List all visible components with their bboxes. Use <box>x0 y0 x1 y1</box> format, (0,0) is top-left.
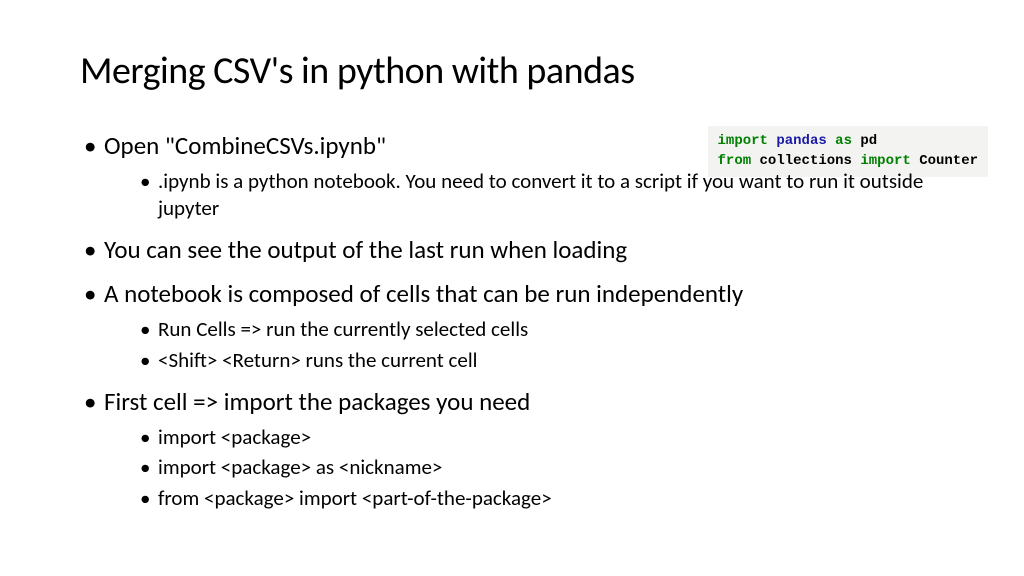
sub-bullet: .ipynb is a python notebook. You need to… <box>138 168 964 222</box>
bullet-open-file: Open "CombineCSVs.ipynb" .ipynb is a pyt… <box>80 130 964 222</box>
bullet-output: You can see the output of the last run w… <box>80 234 964 266</box>
sub-bullet: <Shift> <Return> runs the current cell <box>138 347 964 374</box>
bullet-list: Open "CombineCSVs.ipynb" .ipynb is a pyt… <box>80 130 964 512</box>
bullet-notebook-cells: A notebook is composed of cells that can… <box>80 278 964 374</box>
bullet-first-cell: First cell => import the packages you ne… <box>80 386 964 513</box>
bullet-text: A notebook is composed of cells that can… <box>104 278 743 309</box>
sub-bullet: import <package> as <nickname> <box>138 454 964 481</box>
slide-title: Merging CSV's in python with pandas <box>80 48 964 94</box>
sub-list-1: .ipynb is a python notebook. You need to… <box>104 168 964 222</box>
bullet-text: First cell => import the packages you ne… <box>104 386 530 417</box>
sub-bullet: import <package> <box>138 424 964 451</box>
slide-container: Merging CSV's in python with pandas impo… <box>0 0 1024 554</box>
sub-bullet: Run Cells => run the currently selected … <box>138 316 964 343</box>
sub-list-3: import <package> import <package> as <ni… <box>104 424 964 513</box>
bullet-text: Open "CombineCSVs.ipynb" <box>104 130 386 161</box>
sub-bullet: from <package> import <part-of-the-packa… <box>138 485 964 512</box>
sub-list-2: Run Cells => run the currently selected … <box>104 316 964 374</box>
